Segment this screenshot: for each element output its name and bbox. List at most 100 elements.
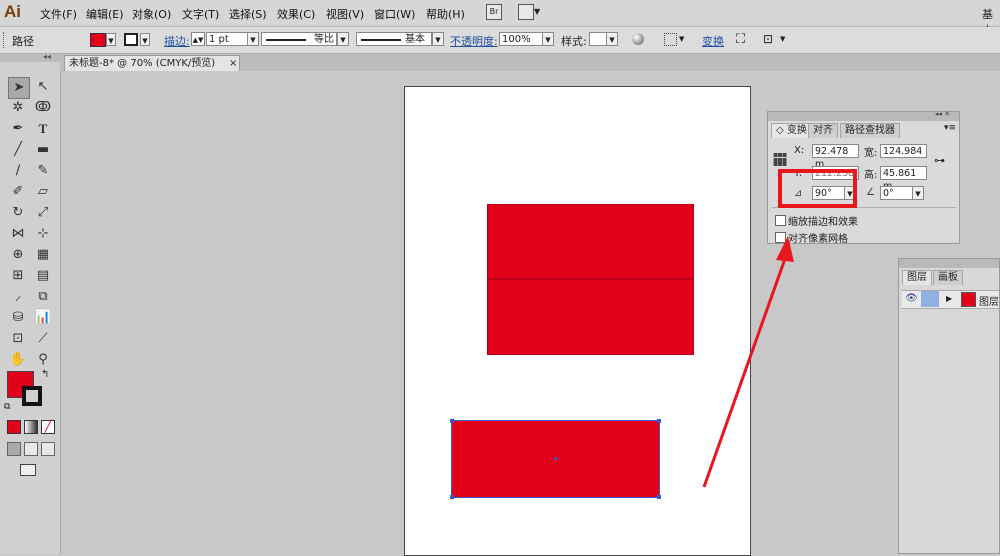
none-mode-icon[interactable]: ╱ xyxy=(41,420,55,434)
perspective-grid-tool-icon[interactable]: ▦ xyxy=(33,245,53,265)
stroke-swatch[interactable] xyxy=(124,33,138,46)
pencil-tool-icon[interactable]: ✎ xyxy=(33,161,53,181)
collapse-icon[interactable]: ◂◂ ✕ xyxy=(935,110,950,118)
direct-selection-tool-icon[interactable]: ↖ xyxy=(33,77,53,97)
arrange-documents-icon[interactable] xyxy=(518,4,534,20)
eraser-tool-icon[interactable]: ▱ xyxy=(33,182,53,202)
paintbrush-tool-icon[interactable]: ∕ xyxy=(8,161,28,181)
selection-handle[interactable] xyxy=(657,419,661,423)
reference-point-icon[interactable]: ▪▪▪ ▪▪▪ ▪▪▪ xyxy=(773,151,787,168)
close-icon[interactable]: × xyxy=(229,56,237,71)
grip-handle[interactable] xyxy=(3,32,7,48)
menu-edit[interactable]: 编辑(E) xyxy=(86,6,124,22)
default-colors-icon[interactable]: ⧉ xyxy=(4,402,10,412)
draw-behind-icon[interactable] xyxy=(24,442,38,456)
gradient-tool-icon[interactable]: ▤ xyxy=(33,266,53,286)
visibility-eye-icon[interactable]: 👁 xyxy=(905,293,918,304)
collapse-icon[interactable]: ◂◂ xyxy=(43,52,51,61)
free-transform-tool-icon[interactable]: ⊹ xyxy=(33,224,53,244)
type-tool-icon[interactable]: T xyxy=(33,119,53,139)
selection-tool-icon[interactable]: ➤ xyxy=(8,77,30,99)
w-field[interactable]: 124.984 xyxy=(880,144,927,158)
menu-help[interactable]: 帮助(H) xyxy=(426,6,465,22)
rectangle-tool-icon[interactable]: ▬ xyxy=(33,140,53,160)
scale-strokes-checkbox[interactable] xyxy=(775,215,786,226)
isolate-icon[interactable]: ⛶ xyxy=(736,32,745,47)
tab-transform[interactable]: ◇ 变换 xyxy=(771,123,812,138)
h-field[interactable]: 45.861 m xyxy=(880,166,927,192)
shear-dropdown[interactable]: ▼ xyxy=(912,186,924,200)
panel-header[interactable] xyxy=(768,112,959,121)
eyedropper-tool-icon[interactable]: ⸝ xyxy=(8,287,28,307)
fill-swatch[interactable] xyxy=(90,33,106,47)
zoom-tool-icon[interactable]: ⚲ xyxy=(33,350,53,370)
color-mode-icon[interactable] xyxy=(7,420,21,434)
constrain-proportions-icon[interactable]: ⊶ xyxy=(934,154,945,167)
draw-normal-icon[interactable] xyxy=(7,442,21,456)
blend-tool-icon[interactable]: ⧉ xyxy=(33,287,53,307)
opacity-field[interactable]: 100% xyxy=(499,32,543,46)
bridge-icon[interactable]: Br xyxy=(486,4,502,20)
red-rectangle-top[interactable] xyxy=(487,204,694,279)
chevron-down-icon[interactable]: ▼ xyxy=(679,35,684,43)
style-swatch[interactable] xyxy=(589,32,607,46)
tab-layers[interactable]: 图层 xyxy=(902,270,932,285)
document-setup-icon[interactable] xyxy=(664,33,677,46)
pen-tool-icon[interactable]: ✒ xyxy=(8,119,28,139)
brush-dropdown[interactable]: ▼ xyxy=(432,32,444,46)
blob-brush-tool-icon[interactable]: ✐ xyxy=(8,182,28,202)
stroke-stepper[interactable]: ▲▼ xyxy=(191,32,205,46)
align-icon[interactable]: ⊡ xyxy=(763,32,773,46)
panel-menu-icon[interactable]: ▾≡ xyxy=(944,123,956,133)
artboard-tool-icon[interactable]: ⊡ xyxy=(8,329,28,349)
tab-pathfinder[interactable]: 路径查找器 xyxy=(840,123,900,138)
width-tool-icon[interactable]: ⋈ xyxy=(8,224,28,244)
tab-align[interactable]: 对齐 xyxy=(808,123,838,138)
column-graph-tool-icon[interactable]: 📊 xyxy=(33,308,53,328)
recolor-icon[interactable] xyxy=(632,33,644,45)
selection-handle[interactable] xyxy=(657,495,661,499)
menu-select[interactable]: 选择(S) xyxy=(229,6,267,22)
style-dropdown[interactable]: ▼ xyxy=(606,32,618,46)
stroke-weight-dropdown[interactable]: ▼ xyxy=(247,32,259,46)
panel-header[interactable] xyxy=(899,259,999,268)
selection-handle[interactable] xyxy=(450,495,454,499)
document-tab[interactable]: 未标题-8* @ 70% (CMYK/预览) × xyxy=(64,55,240,71)
slice-tool-icon[interactable]: ⟋ xyxy=(33,329,53,349)
menu-type[interactable]: 文字(T) xyxy=(182,6,219,22)
menu-view[interactable]: 视图(V) xyxy=(326,6,364,22)
opacity-link[interactable]: 不透明度: xyxy=(450,33,498,49)
swap-colors-icon[interactable]: ↰ xyxy=(41,369,49,380)
line-tool-icon[interactable]: ╱ xyxy=(8,140,28,160)
transform-link[interactable]: 变换 xyxy=(702,33,724,49)
x-field[interactable]: 92.478 m xyxy=(812,144,859,170)
screen-mode-icon[interactable] xyxy=(20,464,36,476)
chevron-down-icon[interactable]: ▼ xyxy=(534,7,540,16)
magic-wand-tool-icon[interactable]: ✲ xyxy=(8,98,28,118)
mesh-tool-icon[interactable]: ⊞ xyxy=(8,266,28,286)
fill-dropdown[interactable]: ▼ xyxy=(106,33,116,46)
tab-artboards[interactable]: 画板 xyxy=(933,270,963,285)
scale-tool-icon[interactable]: ⤢ xyxy=(33,203,53,223)
hand-tool-icon[interactable]: ✋ xyxy=(8,350,28,370)
expand-triangle-icon[interactable]: ▶ xyxy=(946,294,952,303)
gradient-mode-icon[interactable] xyxy=(24,420,38,434)
profile-dropdown[interactable]: ▼ xyxy=(337,32,349,46)
menu-effect[interactable]: 效果(C) xyxy=(277,6,315,22)
red-rectangle-middle[interactable] xyxy=(487,279,694,355)
menu-object[interactable]: 对象(O) xyxy=(132,6,171,22)
lasso-tool-icon[interactable]: ↂ xyxy=(33,98,53,118)
stroke-color-box[interactable] xyxy=(22,386,42,406)
shape-builder-tool-icon[interactable]: ⊕ xyxy=(8,245,28,265)
shear-field[interactable]: 0° xyxy=(880,186,913,200)
stroke-weight-field[interactable]: 1 pt xyxy=(206,32,248,46)
chevron-down-icon[interactable]: ▼ xyxy=(780,35,785,43)
stroke-link[interactable]: 描边: xyxy=(164,33,190,49)
opacity-dropdown[interactable]: ▼ xyxy=(542,32,554,46)
symbol-sprayer-tool-icon[interactable]: ⛁ xyxy=(8,308,28,328)
stroke-dropdown[interactable]: ▼ xyxy=(140,33,150,46)
selection-handle[interactable] xyxy=(450,419,454,423)
draw-inside-icon[interactable] xyxy=(41,442,55,456)
menu-window[interactable]: 窗口(W) xyxy=(374,6,415,22)
menu-file[interactable]: 文件(F) xyxy=(40,6,77,22)
